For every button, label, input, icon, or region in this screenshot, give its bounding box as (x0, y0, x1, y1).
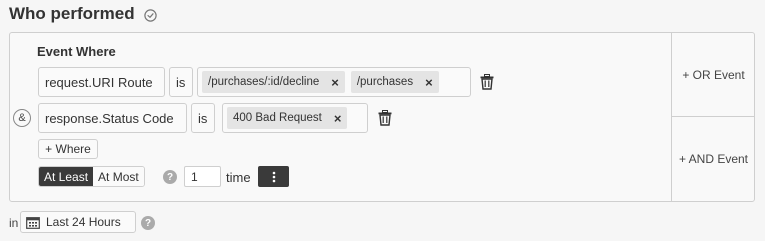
event-filter-card: Event Where request.URI Route is /purcha… (9, 32, 755, 202)
at-most-option[interactable]: At Most (93, 167, 144, 186)
add-where-button[interactable]: + Where (38, 139, 98, 159)
remove-chip-icon[interactable]: × (425, 75, 433, 90)
time-unit-label: time (226, 170, 251, 185)
operator-label: is (198, 110, 208, 126)
calendar-icon (26, 216, 40, 229)
property-label: request.URI Route (45, 74, 153, 90)
remove-chip-icon[interactable]: × (334, 111, 342, 126)
trash-icon[interactable] (378, 110, 392, 131)
time-range-prefix: in (9, 216, 19, 230)
section-title-text: Who performed (9, 4, 135, 23)
property-label: response.Status Code (45, 110, 174, 126)
count-input[interactable] (184, 166, 221, 187)
chip-label: /purchases/:id/decline (208, 76, 320, 88)
side-actions: + OR Event + AND Event (671, 33, 755, 201)
value-chip: 400 Bad Request × (227, 107, 348, 129)
remove-chip-icon[interactable]: × (331, 75, 339, 90)
section-title: Who performed (9, 4, 157, 24)
value-chip: /purchases × (350, 71, 439, 93)
operator-label: is (176, 74, 186, 90)
value-chip: /purchases/:id/decline × (202, 71, 345, 93)
time-range-button[interactable]: Last 24 Hours (20, 211, 136, 233)
help-icon[interactable]: ? (163, 170, 177, 184)
more-options-button[interactable] (258, 166, 289, 187)
clock-circle-icon[interactable] (143, 8, 157, 22)
add-or-event-button[interactable]: + OR Event (672, 33, 755, 117)
property-select[interactable]: response.Status Code (38, 103, 187, 133)
trash-icon[interactable] (480, 74, 494, 95)
help-icon[interactable]: ? (141, 216, 155, 230)
at-least-option[interactable]: At Least (39, 167, 94, 186)
value-multiselect[interactable]: 400 Bad Request × (222, 103, 368, 133)
frequency-toggle: At Least At Most (38, 166, 145, 187)
property-select[interactable]: request.URI Route (38, 67, 165, 97)
conjunction-badge: & (13, 109, 31, 127)
operator-select[interactable]: is (169, 67, 193, 97)
time-range-value: Last 24 Hours (46, 215, 121, 229)
vertical-dots-icon (272, 171, 275, 182)
value-multiselect[interactable]: /purchases/:id/decline × /purchases × (197, 67, 471, 97)
event-where-heading: Event Where (37, 44, 116, 59)
chip-label: 400 Bad Request (233, 112, 322, 124)
add-and-event-button[interactable]: + AND Event (672, 117, 755, 201)
chip-label: /purchases (356, 76, 414, 88)
operator-select[interactable]: is (191, 103, 215, 133)
